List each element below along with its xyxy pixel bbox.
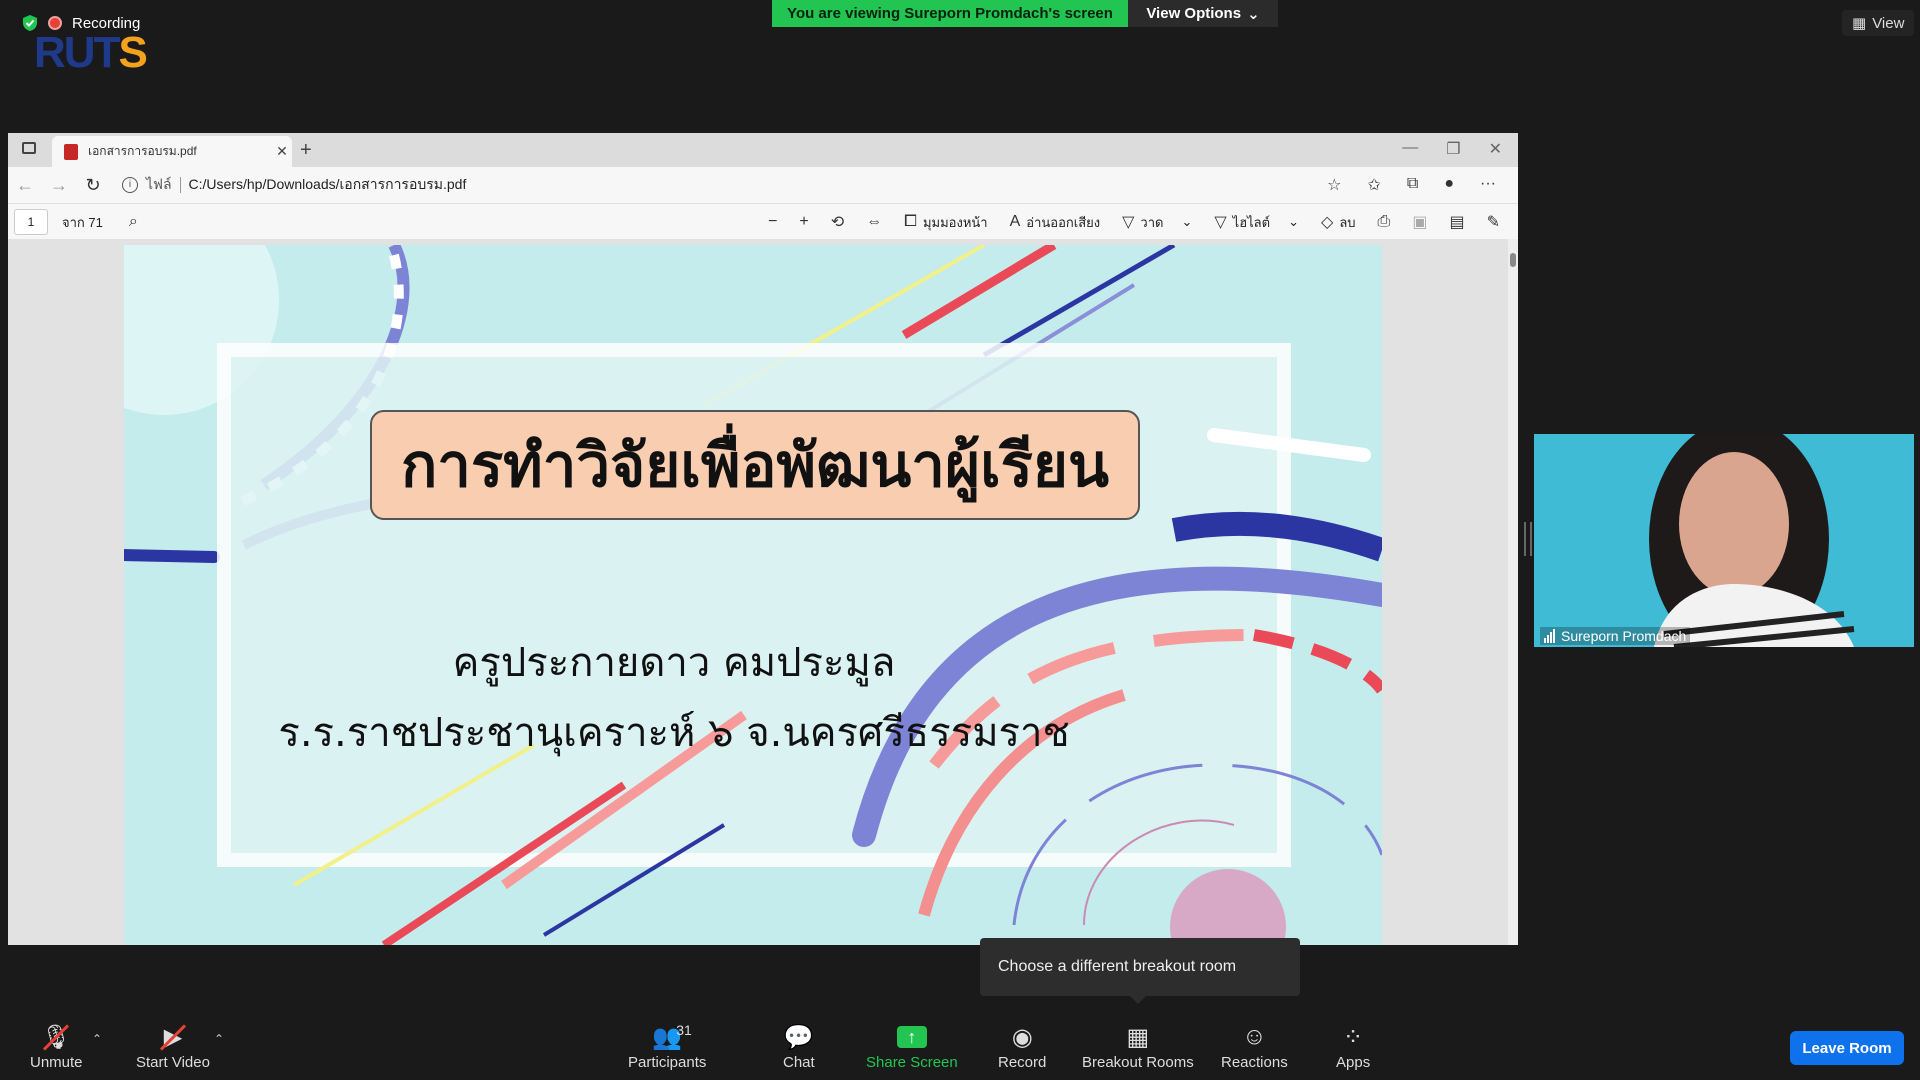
participants-icon: 👥 31 [652,1022,692,1051]
screen-share-banner: You are viewing Sureporn Promdach's scre… [772,0,1128,27]
participants-count: 31 [676,1022,692,1038]
breakout-rooms-icon: ▦ [1126,1023,1150,1051]
chat-button[interactable]: 💬 Chat [783,1020,815,1072]
pdf-toolbar: 1 จาก 71 ⌕ − + ⟲ ⇔ ⧠ มุมมองหน้า A อ่านออกเ… [8,203,1518,240]
favorite-add-icon[interactable]: ☆ [1327,175,1341,195]
new-tab-icon[interactable]: + [300,139,312,162]
shared-screen[interactable]: เอกสารการอบรม.pdf ✕ + — ❐ ✕ ← → ↻ i ไฟล์… [8,133,1518,945]
participants-button[interactable]: 👥 31 Participants [628,1020,706,1071]
video-options-chevron[interactable]: ⌃ [214,1032,224,1046]
address-bar: ← → ↻ i ไฟล์ C:/Users/hp/Downloads/เอกสา… [8,167,1518,203]
eraser-icon: ◇ [1321,214,1334,231]
zoom-out-icon[interactable]: − [768,213,777,231]
window-controls: — ❐ ✕ [1402,139,1502,159]
record-button[interactable]: ◉ Record [998,1020,1046,1072]
pin-toolbar-icon[interactable]: ✎ [1487,212,1500,232]
print-icon[interactable]: ⎙ [1378,213,1391,231]
close-tab-icon[interactable]: ✕ [272,143,292,160]
chevron-down-icon[interactable]: ⌄ [1181,214,1192,230]
share-screen-icon: ↑ [896,1020,927,1054]
participant-video[interactable]: Sureporn Promdach [1534,434,1914,647]
read-aloud-button[interactable]: A อ่านออกเสียง [1010,212,1101,233]
view-options-button[interactable]: View Options ⌄ [1128,0,1278,27]
pdf-page: การทำวิจัยเพื่อพัฒนาผู้เรียน ครูประกายดา… [124,245,1382,945]
meeting-toolbar: 🎙 Unmute ⌃ ▶ Start Video ⌃ 👥31 Participa… [0,1008,1920,1080]
more-menu-icon[interactable]: ··· [1480,175,1496,195]
browser-tab-strip: เอกสารการอบรม.pdf ✕ + — ❐ ✕ [8,133,1518,167]
reactions-icon: ☺ [1242,1023,1267,1050]
record-icon: ◉ [1011,1023,1033,1051]
splitter-handle[interactable] [1524,522,1532,556]
slide-decoration [124,245,1382,945]
restore-icon[interactable]: ❐ [1446,139,1460,159]
signal-icon [1544,629,1555,643]
apps-icon: ⁘ [1343,1023,1364,1051]
page-count: จาก 71 [62,214,103,230]
highlight-button[interactable]: ▽ ไฮไลต์ ⌄ [1214,212,1299,233]
chevron-down-icon: ⌄ [1247,5,1260,23]
browser-actions: ☆ ✩ ⧉ ● ··· [1327,175,1496,195]
highlight-icon: ▽ [1214,214,1227,231]
favorites-icon[interactable]: ✩ [1368,175,1381,195]
read-aloud-icon: A [1009,213,1021,230]
refresh-icon[interactable]: ↻ [76,175,110,196]
url-text: C:/Users/hp/Downloads/เอกสารการอบรม.pdf [188,176,467,192]
pdf-viewer[interactable]: การทำวิจัยเพื่อพัฒนาผู้เรียน ครูประกายดา… [8,239,1508,945]
page-view-button[interactable]: ⧠ มุมมองหน้า [904,212,987,233]
back-icon[interactable]: ← [8,175,42,196]
leave-room-button[interactable]: Leave Room [1790,1031,1904,1065]
slide-school: ร.ร.ราชประชานุเคราะห์ ๖ จ.นครศรีธรรมราช [278,710,1070,756]
scrollbar-thumb[interactable] [1510,253,1516,267]
chat-icon: 💬 [783,1023,814,1051]
divider [179,177,181,193]
url-field[interactable]: i ไฟล์ C:/Users/hp/Downloads/เอกสารการอบ… [122,174,1327,196]
close-window-icon[interactable]: ✕ [1489,139,1502,159]
chevron-down-icon[interactable]: ⌄ [1288,214,1299,230]
info-icon[interactable]: i [122,177,138,193]
erase-button[interactable]: ◇ ลบ [1321,212,1356,233]
apps-button[interactable]: ⁘ Apps [1336,1020,1370,1072]
audio-options-chevron[interactable]: ⌃ [92,1032,102,1046]
unmute-button[interactable]: 🎙 Unmute [30,1020,83,1072]
breakout-rooms-button[interactable]: ▦ Breakout Rooms [1082,1020,1194,1072]
participant-name: Sureporn Promdach [1561,628,1687,644]
view-button[interactable]: ▦ View [1842,10,1915,36]
rotate-icon[interactable]: ⟲ [831,212,844,232]
collections-icon[interactable]: ⧉ [1407,175,1418,195]
slide-title: การทำวิจัยเพื่อพัฒนาผู้เรียน [370,410,1140,520]
video-feed [1534,434,1914,647]
microphone-muted-icon: 🎙 [41,1020,71,1054]
page-number-input[interactable]: 1 [14,209,48,235]
zoom-in-icon[interactable]: + [799,213,808,231]
draw-button[interactable]: ▽ วาด ⌄ [1122,212,1192,233]
forward-icon[interactable]: → [42,175,76,196]
start-video-button[interactable]: ▶ Start Video [136,1020,210,1072]
slide-author: ครูประกายดาว คมประมูล [452,640,896,686]
search-icon[interactable]: ⌕ [129,213,138,231]
page-view-icon: ⧠ [904,213,917,230]
breakout-tooltip: Choose a different breakout room [980,938,1300,1004]
fit-page-icon[interactable]: ⇔ [866,213,882,231]
save-icon[interactable]: ▣ [1412,212,1427,232]
share-screen-button[interactable]: ↑ Share Screen [866,1020,958,1071]
minimize-icon[interactable]: — [1402,139,1418,159]
virtual-background-logo: RUTS [34,28,148,77]
participant-name-tag: Sureporn Promdach [1540,627,1691,645]
profile-icon[interactable]: ● [1444,175,1454,195]
tab-title: เอกสารการอบรม.pdf [88,144,197,158]
url-scheme-label: ไฟล์ [146,176,172,192]
browser-tab[interactable]: เอกสารการอบรม.pdf ✕ [52,136,292,167]
tab-actions-icon[interactable] [22,142,36,154]
grid-view-icon: ▦ [1852,15,1867,32]
pdf-file-icon [64,143,78,160]
save-as-icon[interactable]: ▤ [1449,212,1464,232]
draw-icon: ▽ [1122,214,1135,231]
reactions-button[interactable]: ☺ Reactions [1221,1020,1288,1071]
camera-off-icon: ▶ [159,1020,187,1054]
scrollbar[interactable] [1508,239,1518,945]
